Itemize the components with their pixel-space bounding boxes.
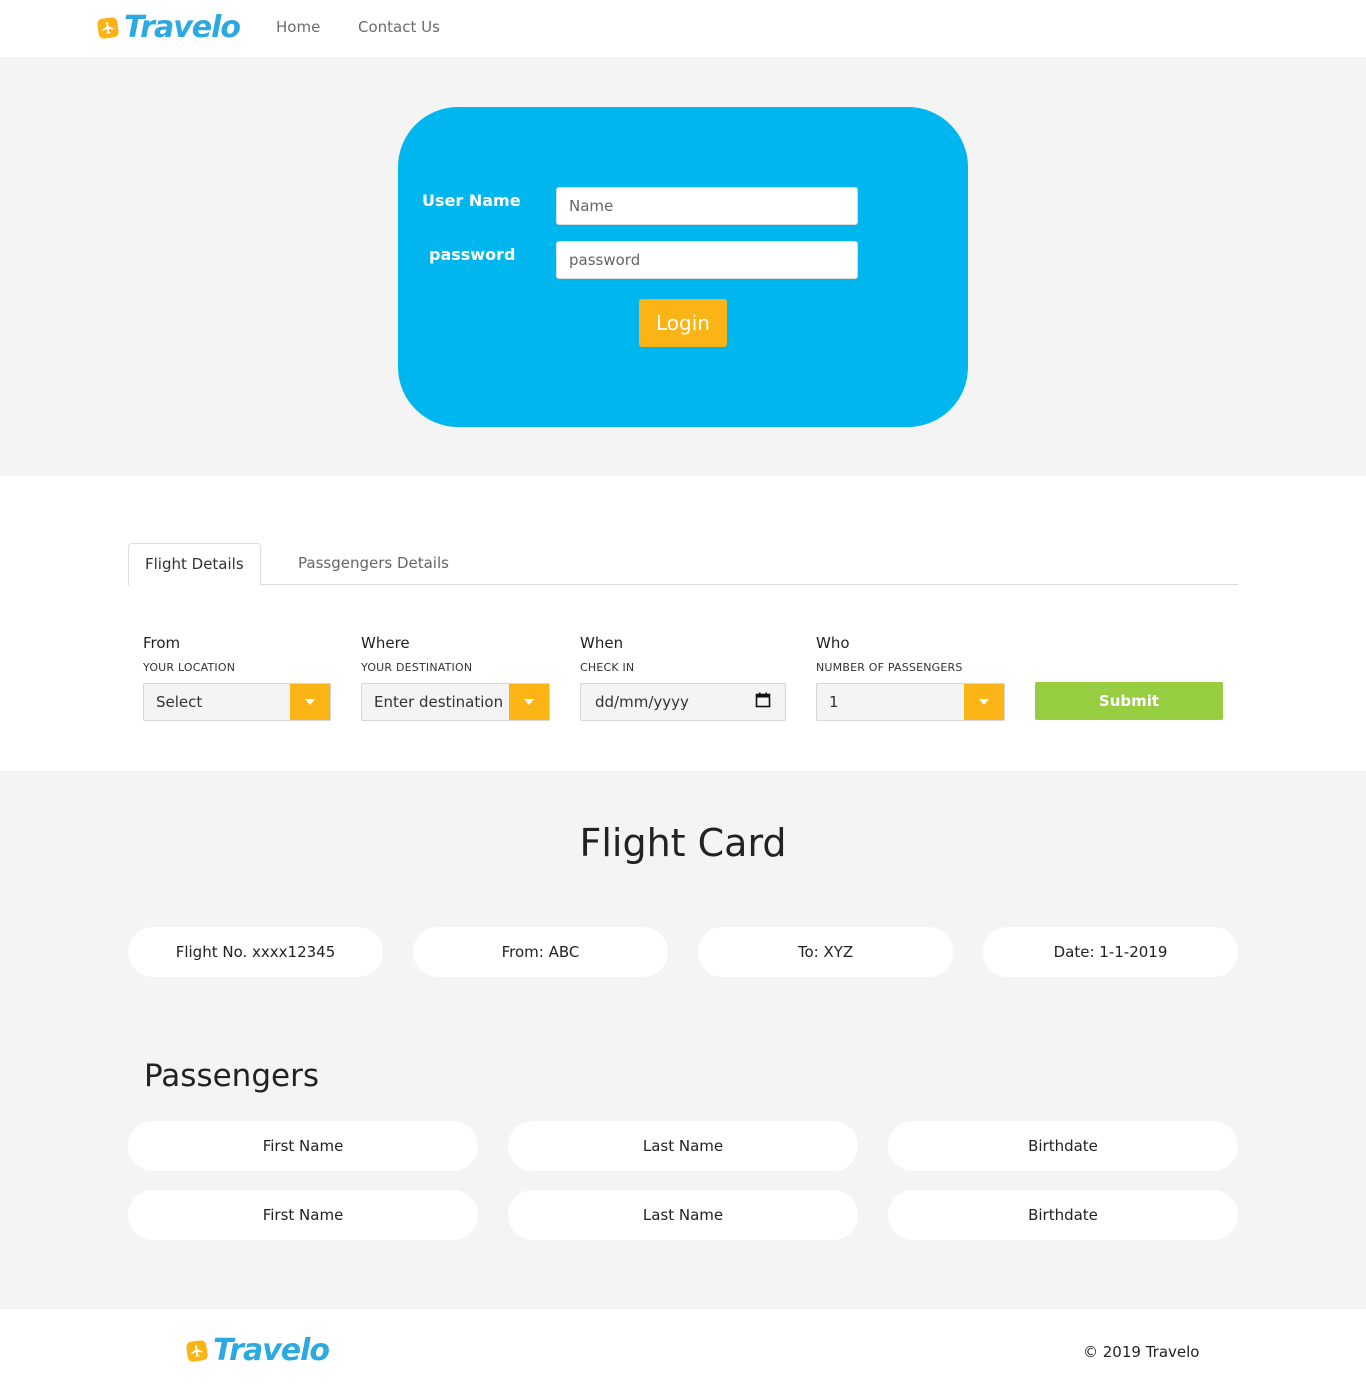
passenger-first-name: First Name <box>128 1121 478 1171</box>
flight-card-section: Flight Card Flight No. xxxx12345 From: A… <box>0 771 1366 1309</box>
login-section: User Name password Login <box>0 57 1366 476</box>
where-subtitle: YOUR DESTINATION <box>361 661 473 674</box>
site-footer: Travelo © 2019 Travelo <box>0 1309 1366 1400</box>
chevron-down-icon[interactable] <box>964 684 1004 720</box>
nav-contact-link[interactable]: Contact Us <box>358 18 440 36</box>
password-input[interactable] <box>556 241 858 279</box>
when-subtitle: CHECK IN <box>580 661 635 674</box>
flight-destination-pill: To: XYZ <box>698 927 953 977</box>
where-field-header: Where YOUR DESTINATION <box>361 634 472 674</box>
who-title: Who <box>816 634 850 652</box>
submit-button[interactable]: Submit <box>1035 682 1223 720</box>
password-label: password <box>429 245 516 264</box>
from-select[interactable]: Select <box>143 683 331 721</box>
passenger-birthdate: Birthdate <box>888 1190 1238 1240</box>
tab-flight-details[interactable]: Flight Details <box>128 543 261 586</box>
flight-date-pill: Date: 1-1-2019 <box>983 927 1238 977</box>
passengers-title: Passengers <box>144 1058 319 1094</box>
from-title: From <box>143 634 181 652</box>
flight-origin-pill: From: ABC <box>413 927 668 977</box>
footer-logo-text: Travelo <box>213 1333 330 1368</box>
flight-card-title: Flight Card <box>579 821 787 865</box>
flight-number-pill: Flight No. xxxx12345 <box>128 927 383 977</box>
from-subtitle: YOUR LOCATION <box>143 661 236 674</box>
login-button[interactable]: Login <box>639 299 727 347</box>
chevron-down-icon[interactable] <box>290 684 330 720</box>
from-field-header: From YOUR LOCATION <box>143 634 235 674</box>
passengers-count-value: 1 <box>829 693 839 711</box>
username-label: User Name <box>422 191 521 210</box>
who-subtitle: NUMBER OF PASSENGERS <box>816 661 963 674</box>
brand-logo[interactable]: Travelo <box>96 10 241 45</box>
username-input[interactable] <box>556 187 858 225</box>
flight-search-section: Flight Details Passgengers Details From … <box>0 476 1366 771</box>
passenger-last-name: Last Name <box>508 1121 858 1171</box>
calendar-icon[interactable] <box>755 692 771 712</box>
passenger-birthdate: Birthdate <box>888 1121 1238 1171</box>
plane-icon <box>96 16 120 39</box>
from-select-value: Select <box>156 693 203 711</box>
nav-home-link[interactable]: Home <box>276 18 320 36</box>
footer-logo[interactable]: Travelo <box>185 1333 330 1368</box>
checkin-date-value: dd/mm/yyyy <box>595 693 689 711</box>
tab-passengers-details[interactable]: Passgengers Details <box>282 543 465 585</box>
when-field-header: When CHECK IN <box>580 634 634 674</box>
site-header: Travelo Home Contact Us <box>0 0 1366 57</box>
brand-logo-text: Travelo <box>124 10 241 45</box>
copyright-text: © 2019 Travelo <box>1083 1343 1200 1361</box>
destination-select-value: Enter destination <box>374 693 504 711</box>
passenger-first-name: First Name <box>128 1190 478 1240</box>
chevron-down-icon[interactable] <box>509 684 549 720</box>
passenger-last-name: Last Name <box>508 1190 858 1240</box>
plane-icon <box>185 1339 209 1362</box>
when-title: When <box>580 634 624 652</box>
login-card: User Name password Login <box>398 107 968 427</box>
tab-bar: Flight Details Passgengers Details <box>128 543 1238 586</box>
who-field-header: Who NUMBER OF PASSENGERS <box>816 634 963 674</box>
destination-select[interactable]: Enter destination <box>361 683 550 721</box>
where-title: Where <box>361 634 410 652</box>
passengers-count-select[interactable]: 1 <box>816 683 1005 721</box>
checkin-date-input[interactable]: dd/mm/yyyy <box>580 683 786 721</box>
